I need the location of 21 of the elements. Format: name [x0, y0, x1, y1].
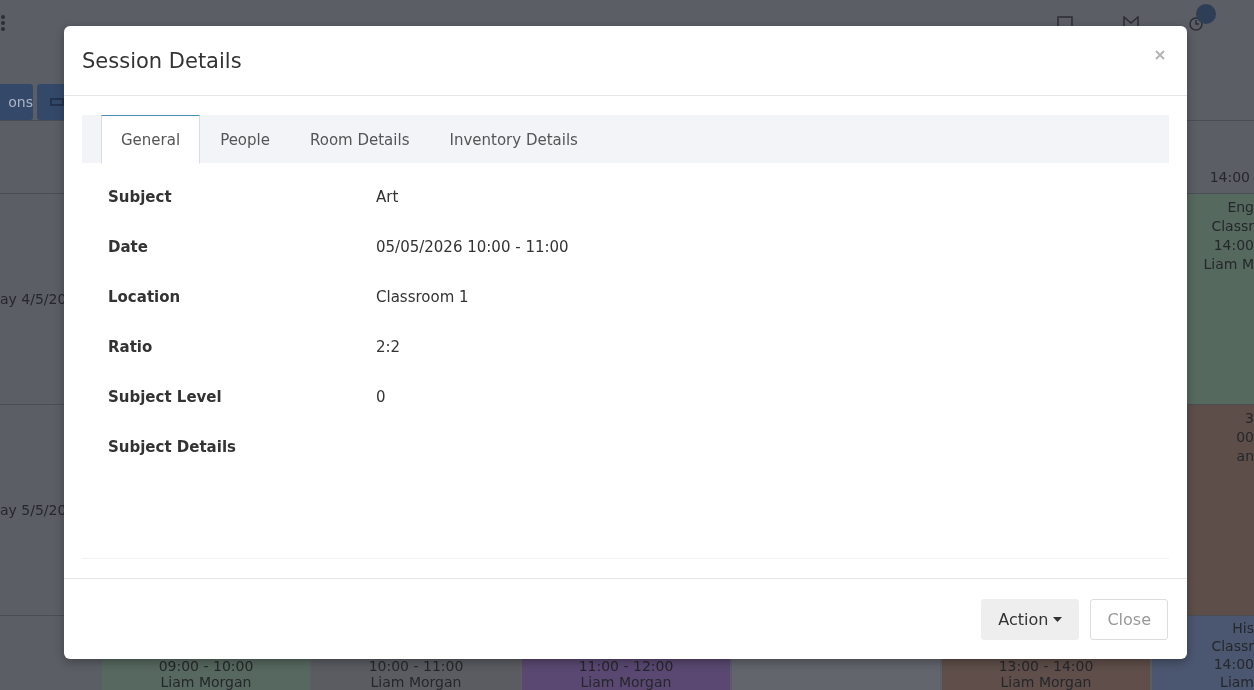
tab[interactable]: Room Details	[289, 115, 430, 164]
tab[interactable]: Inventory Details	[429, 115, 598, 164]
field-label: Location	[108, 288, 182, 308]
field-value: Art	[376, 188, 399, 208]
field-label: Subject Level	[108, 388, 223, 408]
action-button[interactable]: Action	[981, 598, 1080, 640]
field-label: Subject Details	[108, 438, 237, 458]
field-value: Classroom 1	[376, 288, 469, 308]
field-value: 0	[376, 388, 386, 408]
field-label: Subject	[108, 188, 173, 208]
dialog-title: Session Details	[82, 48, 242, 73]
toolbar-button[interactable]: ons	[0, 84, 33, 120]
caret-icon	[1053, 616, 1063, 622]
field-value: 2:2	[376, 338, 401, 358]
field-label: Date	[108, 238, 149, 258]
tab[interactable]: People	[200, 115, 290, 164]
notification-badge	[1196, 4, 1216, 24]
field-value: 05/05/2026 10:00 - 11:00	[376, 238, 569, 258]
tab[interactable]: General	[101, 115, 201, 164]
field-label: Ratio	[108, 338, 154, 358]
time-header: 14:00	[1209, 169, 1250, 185]
